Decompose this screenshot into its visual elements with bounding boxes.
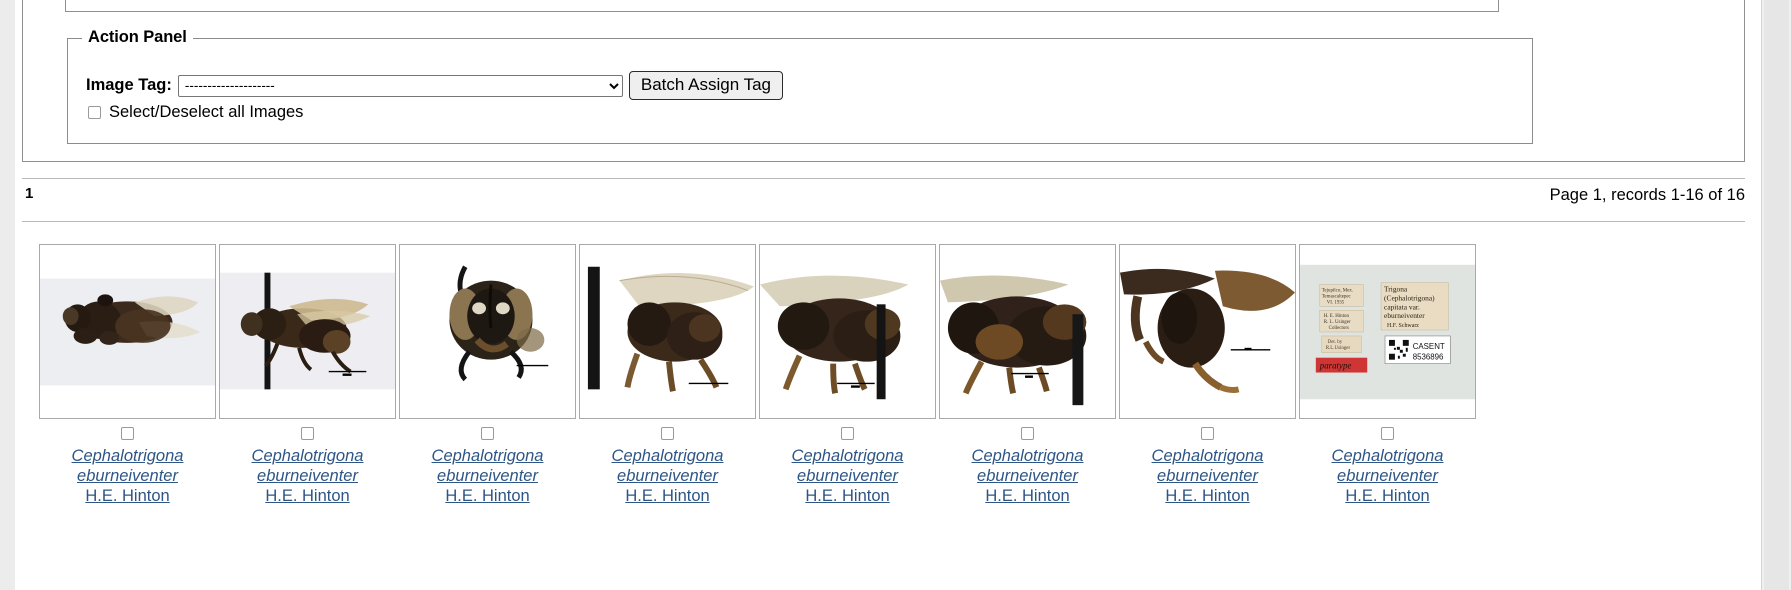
thumbnail-caption: Cephalotrigona eburneiventer H.E. Hinton bbox=[939, 446, 1116, 506]
image-tag-label: Image Tag: bbox=[86, 76, 172, 94]
thumbnail-image-frame[interactable] bbox=[399, 244, 576, 419]
select-all-images-label: Select/Deselect all Images bbox=[109, 103, 304, 121]
svg-text:H.F. Schwarz: H.F. Schwarz bbox=[1387, 323, 1419, 329]
thumbnail-image-frame[interactable] bbox=[39, 244, 216, 419]
thumbnail-image-frame[interactable] bbox=[759, 244, 936, 419]
thumbnail-select-checkbox[interactable] bbox=[1381, 427, 1394, 440]
thumbnail-caption: Cephalotrigona eburneiventer H.E. Hinton bbox=[219, 446, 396, 506]
thumbnail-caption: Cephalotrigona eburneiventer H.E. Hinton bbox=[1299, 446, 1476, 506]
scrollbar-thumb[interactable] bbox=[1764, 0, 1789, 590]
pagination-records-summary: Page 1, records 1-16 of 16 bbox=[1549, 186, 1745, 204]
svg-text:H. E. Hinton: H. E. Hinton bbox=[1324, 314, 1350, 319]
thumbnail-scientific-name-link[interactable]: Cephalotrigona eburneiventer bbox=[399, 446, 576, 486]
thumbnail-author-link[interactable]: H.E. Hinton bbox=[1119, 486, 1296, 506]
thumbnail-author-link[interactable]: H.E. Hinton bbox=[579, 486, 756, 506]
action-panel: Action Panel Image Tag: ----------------… bbox=[67, 28, 1533, 144]
specimen-image-thorax-lateral[interactable] bbox=[760, 245, 935, 418]
thumbnail-author-link[interactable]: H.E. Hinton bbox=[1299, 486, 1476, 506]
svg-text:Det. by: Det. by bbox=[1328, 340, 1343, 345]
thumbnail-cell: Cephalotrigona eburneiventer H.E. Hinton bbox=[939, 244, 1116, 506]
thumbnail-author-link[interactable]: H.E. Hinton bbox=[39, 486, 216, 506]
batch-assign-tag-button[interactable]: Batch Assign Tag bbox=[628, 71, 783, 100]
thumbnail-image-frame[interactable] bbox=[939, 244, 1116, 419]
svg-text:eburneiventer: eburneiventer bbox=[1384, 311, 1425, 320]
specimen-image-lateral-habitus[interactable] bbox=[220, 245, 395, 418]
thumbnail-select-checkbox[interactable] bbox=[301, 427, 314, 440]
thumbnail-cell: Cephalotrigona eburneiventer H.E. Hinton bbox=[399, 244, 576, 506]
thumbnail-author-link[interactable]: H.E. Hinton bbox=[759, 486, 936, 506]
svg-text:R. L. Usinger: R. L. Usinger bbox=[1324, 320, 1351, 325]
thumbnail-select-checkbox[interactable] bbox=[1201, 427, 1214, 440]
thumbnail-select-checkbox[interactable] bbox=[841, 427, 854, 440]
specimen-image-labels[interactable]: Tejupilco, Mex. Temascaltepec VI. 1935 H… bbox=[1300, 245, 1475, 418]
svg-text:Trigona: Trigona bbox=[1384, 284, 1408, 293]
thumbnail-caption: Cephalotrigona eburneiventer H.E. Hinton bbox=[1119, 446, 1296, 506]
specimen-image-lateral-wing[interactable] bbox=[580, 245, 755, 418]
svg-text:capitata var.: capitata var. bbox=[1384, 302, 1420, 311]
thumbnail-cell: Cephalotrigona eburneiventer H.E. Hinton bbox=[39, 244, 216, 506]
page-root: Action Panel Image Tag: ----------------… bbox=[0, 0, 1791, 590]
action-panel-legend: Action Panel bbox=[82, 28, 193, 47]
svg-text:R.L.Usinger: R.L.Usinger bbox=[1326, 346, 1351, 351]
thumbnail-author-link[interactable]: H.E. Hinton bbox=[219, 486, 396, 506]
thumbnail-select-checkbox[interactable] bbox=[661, 427, 674, 440]
thumbnail-author-link[interactable]: H.E. Hinton bbox=[399, 486, 576, 506]
thumbnail-scientific-name-link[interactable]: Cephalotrigona eburneiventer bbox=[939, 446, 1116, 486]
left-gutter bbox=[0, 0, 15, 590]
thumbnail-author-link[interactable]: H.E. Hinton bbox=[939, 486, 1116, 506]
specimen-image-dorsal-habitus[interactable] bbox=[40, 245, 215, 418]
select-all-row: Select/Deselect all Images bbox=[88, 103, 303, 122]
image-tag-select[interactable]: -------------------- bbox=[177, 74, 623, 97]
thumbnail-caption: Cephalotrigona eburneiventer H.E. Hinton bbox=[759, 446, 936, 506]
pagination-divider-top bbox=[22, 178, 1745, 179]
thumbnail-cell: Tejupilco, Mex. Temascaltepec VI. 1935 H… bbox=[1299, 244, 1476, 506]
thumbnail-scientific-name-link[interactable]: Cephalotrigona eburneiventer bbox=[1119, 446, 1296, 486]
thumbnail-cell: Cephalotrigona eburneiventer H.E. Hinton bbox=[1119, 244, 1296, 506]
thumbnail-caption: Cephalotrigona eburneiventer H.E. Hinton bbox=[399, 446, 576, 506]
svg-text:Collectors: Collectors bbox=[1329, 326, 1349, 331]
thumbnail-scientific-name-link[interactable]: Cephalotrigona eburneiventer bbox=[39, 446, 216, 486]
svg-text:(Cephalotrigona): (Cephalotrigona) bbox=[1384, 293, 1435, 302]
thumbnail-cell: Cephalotrigona eburneiventer H.E. Hinton bbox=[219, 244, 396, 506]
svg-text:VI. 1935: VI. 1935 bbox=[1327, 300, 1345, 305]
thumbnail-scientific-name-link[interactable]: Cephalotrigona eburneiventer bbox=[579, 446, 756, 486]
thumbnail-caption: Cephalotrigona eburneiventer H.E. Hinton bbox=[39, 446, 216, 506]
thumbnail-image-frame[interactable]: Tejupilco, Mex. Temascaltepec VI. 1935 H… bbox=[1299, 244, 1476, 419]
specimen-image-mesosoma-detail[interactable] bbox=[940, 245, 1115, 418]
select-all-images-checkbox[interactable] bbox=[88, 106, 101, 119]
thumbnail-cell: Cephalotrigona eburneiventer H.E. Hinton bbox=[579, 244, 756, 506]
svg-text:8536896: 8536896 bbox=[1413, 353, 1444, 362]
content-column: Action Panel Image Tag: ----------------… bbox=[15, 0, 1762, 590]
svg-text:Tejupilco, Mex.: Tejupilco, Mex. bbox=[1322, 288, 1353, 293]
thumbnail-scientific-name-link[interactable]: Cephalotrigona eburneiventer bbox=[1299, 446, 1476, 486]
thumbnail-select-checkbox[interactable] bbox=[121, 427, 134, 440]
image-tag-row: Image Tag: -------------------- Batch As… bbox=[86, 71, 783, 100]
thumbnail-select-checkbox[interactable] bbox=[481, 427, 494, 440]
svg-text:paratype: paratype bbox=[1319, 361, 1352, 371]
thumbnail-caption: Cephalotrigona eburneiventer H.E. Hinton bbox=[579, 446, 756, 506]
pagination-divider-bottom bbox=[22, 221, 1745, 222]
specimen-image-head-frontal[interactable] bbox=[400, 245, 575, 418]
thumbnail-select-checkbox[interactable] bbox=[1021, 427, 1034, 440]
thumbnail-scientific-name-link[interactable]: Cephalotrigona eburneiventer bbox=[219, 446, 396, 486]
thumbnail-scientific-name-link[interactable]: Cephalotrigona eburneiventer bbox=[759, 446, 936, 486]
thumbnail-cell: Cephalotrigona eburneiventer H.E. Hinton bbox=[759, 244, 936, 506]
thumbnail-strip: Cephalotrigona eburneiventer H.E. Hinton bbox=[39, 244, 1476, 506]
vertical-scrollbar[interactable] bbox=[1761, 0, 1791, 590]
thumbnail-image-frame[interactable] bbox=[1119, 244, 1296, 419]
thumbnail-image-frame[interactable] bbox=[579, 244, 756, 419]
pagination-current-page[interactable]: 1 bbox=[25, 185, 33, 202]
thumbnail-image-frame[interactable] bbox=[219, 244, 396, 419]
svg-text:CASENT: CASENT bbox=[1413, 342, 1445, 351]
specimen-image-hind-leg-detail[interactable] bbox=[1120, 245, 1295, 418]
svg-text:Temascaltepec: Temascaltepec bbox=[1322, 294, 1352, 299]
